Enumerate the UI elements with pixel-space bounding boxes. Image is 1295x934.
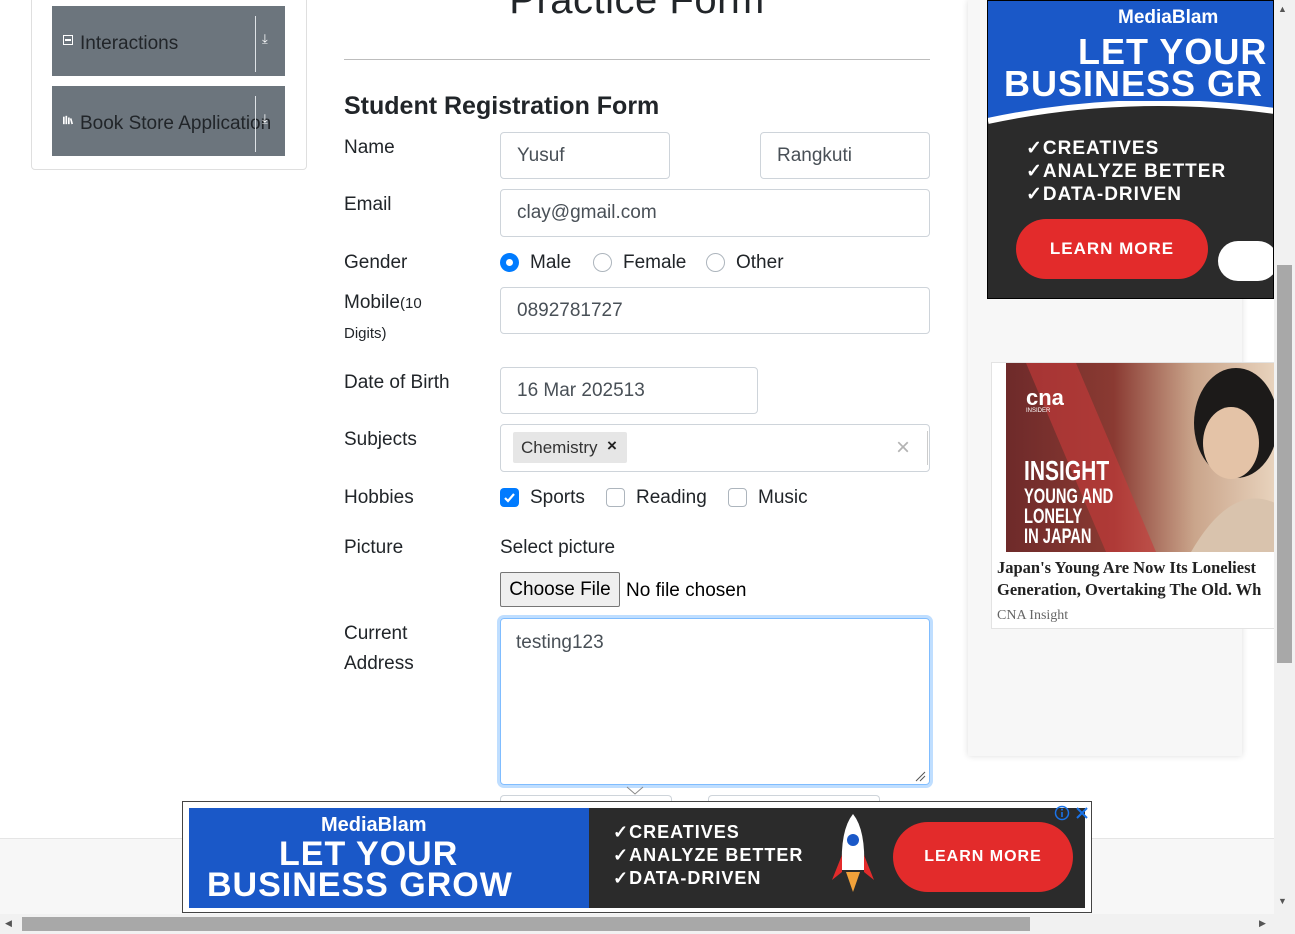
email-input[interactable]: clay@gmail.com xyxy=(500,189,930,237)
ad-banner-top[interactable]: MediaBlam LET YOUR BUSINESS GR ✓CREATIVE… xyxy=(987,0,1274,299)
books-icon xyxy=(63,115,73,125)
ad-cloud xyxy=(1218,241,1273,281)
rocket-icon xyxy=(832,814,874,892)
ad-brand: MediaBlam xyxy=(321,814,427,836)
divider xyxy=(255,96,256,152)
download-arrow-icon[interactable]: ⤓ xyxy=(262,31,268,47)
interactions-icon xyxy=(63,35,73,45)
ad-cta-button[interactable]: LEARN MORE xyxy=(1016,219,1208,279)
gender-female-radio[interactable] xyxy=(593,253,612,272)
page-title: Practice Form xyxy=(509,0,765,22)
sidebar-group-label: Book Store Application xyxy=(80,113,272,134)
hobby-music-checkbox[interactable] xyxy=(728,488,747,507)
hobby-music-label[interactable]: Music xyxy=(758,487,808,509)
ad-bullet: ✓ANALYZE BETTER xyxy=(1026,161,1227,182)
hobby-reading-label[interactable]: Reading xyxy=(636,487,707,509)
sidebar-group-book-store[interactable]: Book Store Application ⤓ xyxy=(52,86,285,156)
scroll-left-icon[interactable]: ◀ xyxy=(5,918,12,929)
horizontal-scroll-thumb[interactable] xyxy=(22,917,1030,931)
hobbies-label: Hobbies xyxy=(344,487,414,508)
name-label: Name xyxy=(344,137,395,158)
person-silhouette xyxy=(1191,368,1275,552)
article-headline-2[interactable]: Generation, Overtaking The Old. Wh xyxy=(997,580,1261,600)
scroll-up-icon[interactable]: ▲ xyxy=(1278,4,1287,14)
title-divider xyxy=(344,59,930,60)
ad-bullet: ✓DATA-DRIVEN xyxy=(1026,184,1182,205)
gender-male-label[interactable]: Male xyxy=(530,252,571,274)
remove-subject-icon[interactable]: × xyxy=(607,436,617,456)
article-source: CNA Insight xyxy=(997,608,1069,623)
overlay-text: INSIGHT xyxy=(1024,455,1110,486)
dob-input[interactable]: 16 Mar 202513 xyxy=(500,367,758,414)
subject-chip-label: Chemistry xyxy=(521,438,598,457)
picture-label: Picture xyxy=(344,537,404,558)
email-label: Email xyxy=(344,194,392,215)
horizontal-scrollbar[interactable]: ◀ ▶ xyxy=(0,914,1295,934)
last-name-input[interactable]: Rangkuti xyxy=(760,132,930,179)
check-icon xyxy=(504,493,515,503)
hobby-reading-checkbox[interactable] xyxy=(606,488,625,507)
gender-male-radio[interactable] xyxy=(500,253,519,272)
ad-bullet: ✓DATA-DRIVEN xyxy=(613,868,762,888)
resize-handle-icon[interactable] xyxy=(914,770,926,782)
ad-headline-2: BUSINESS GROW xyxy=(207,866,513,904)
subjects-separator xyxy=(927,431,928,465)
clear-subjects-icon[interactable]: × xyxy=(896,434,910,462)
vertical-scroll-thumb[interactable] xyxy=(1277,265,1292,663)
first-name-input[interactable]: Yusuf xyxy=(500,132,670,179)
ad-brand: MediaBlam xyxy=(1118,7,1219,28)
sidebar-group-label: Interactions xyxy=(80,33,179,54)
article-image: cna INSIDER INSIGHT YOUNG AND LONELY IN … xyxy=(1006,363,1275,552)
address-label-2: Address xyxy=(344,653,414,674)
ad-close-icon[interactable] xyxy=(1074,805,1090,821)
scroll-right-icon[interactable]: ▶ xyxy=(1259,918,1266,929)
subject-chip: Chemistry × xyxy=(513,432,627,463)
ad-banner-bottom[interactable]: MediaBlam LET YOUR BUSINESS GROW ✓CREATI… xyxy=(182,801,1092,913)
mobile-input[interactable]: 0892781727 xyxy=(500,287,930,334)
download-arrow-icon[interactable]: ⤓ xyxy=(262,111,268,127)
divider xyxy=(255,16,256,72)
subjects-label: Subjects xyxy=(344,429,417,450)
current-address-textarea[interactable]: testing123 xyxy=(500,618,930,785)
scroll-down-icon[interactable]: ▼ xyxy=(1278,896,1287,906)
hobby-sports-checkbox[interactable] xyxy=(500,488,519,507)
sidebar-group-interactions[interactable]: Interactions ⤓ xyxy=(52,6,285,76)
article-headline[interactable]: Japan's Young Are Now Its Loneliest xyxy=(997,558,1256,578)
mobile-label: Mobile(10 xyxy=(344,292,422,313)
picture-hint: Select picture xyxy=(500,537,616,558)
ad-bullet: ✓CREATIVES xyxy=(1026,138,1160,159)
address-label: Current xyxy=(344,623,408,644)
ad-bullet: ✓CREATIVES xyxy=(613,822,740,842)
gender-other-label[interactable]: Other xyxy=(736,252,784,274)
ad-article-card[interactable]: cna INSIDER INSIGHT YOUNG AND LONELY IN … xyxy=(991,362,1276,629)
dob-label: Date of Birth xyxy=(344,372,450,393)
no-file-text: No file chosen xyxy=(626,580,747,601)
cna-logo-sub: INSIDER xyxy=(1026,408,1051,414)
hobby-sports-label[interactable]: Sports xyxy=(530,487,585,509)
ad-cta-button[interactable]: LEARN MORE xyxy=(893,822,1073,892)
ad-headline-2: BUSINESS GR xyxy=(1004,63,1264,104)
ad-bullet: ✓ANALYZE BETTER xyxy=(613,845,804,865)
gender-female-label[interactable]: Female xyxy=(623,252,686,274)
form-heading: Student Registration Form xyxy=(344,92,660,120)
choose-file-button[interactable]: Choose File xyxy=(500,572,620,607)
overlay-text: IN JAPAN xyxy=(1024,525,1092,548)
gender-other-radio[interactable] xyxy=(706,253,725,272)
ad-info-icon[interactable] xyxy=(1054,805,1070,821)
gender-label: Gender xyxy=(344,252,408,273)
mobile-hint: (10 xyxy=(399,295,422,312)
vertical-scrollbar[interactable]: ▲ ▼ xyxy=(1274,0,1295,914)
mobile-hint-digits: Digits) xyxy=(344,325,387,342)
